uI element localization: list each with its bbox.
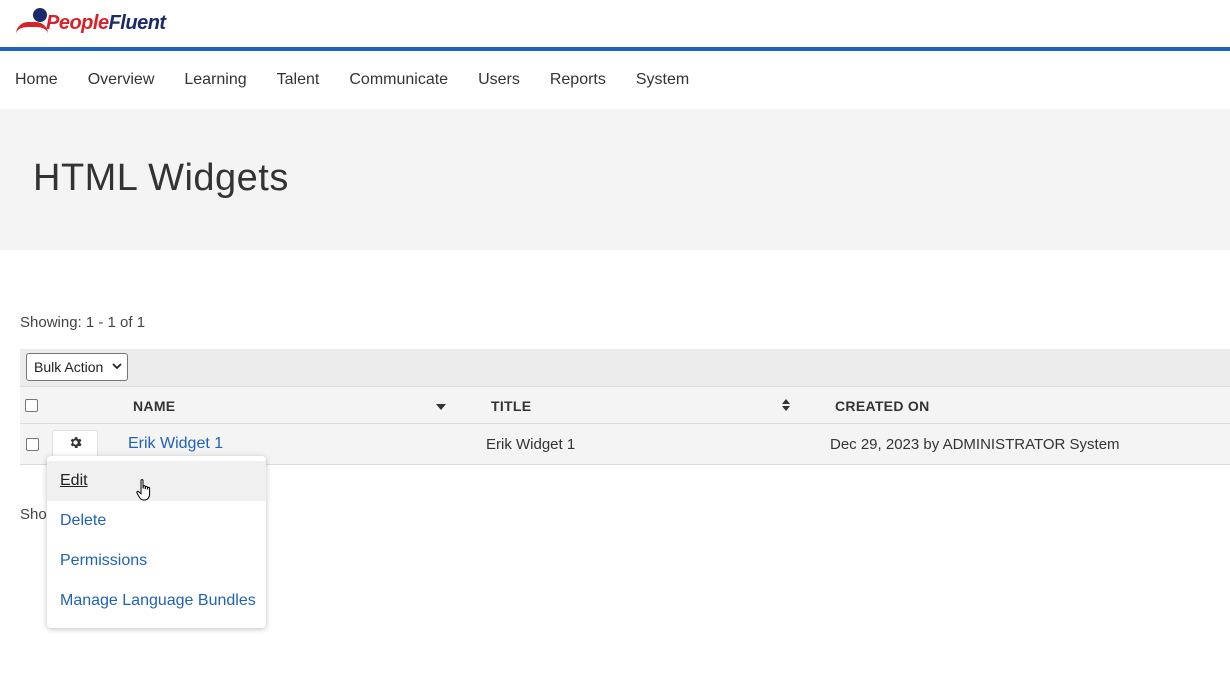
nav-item-communicate[interactable]: Communicate bbox=[349, 71, 448, 89]
pager-status-top: Showing: 1 - 1 of 1 bbox=[20, 314, 146, 331]
column-header-name[interactable]: NAME bbox=[133, 398, 175, 414]
menu-item-edit[interactable]: Edit bbox=[47, 461, 266, 501]
logo-text-fluent: Fluent bbox=[108, 11, 167, 34]
peoplefluent-logo[interactable]: PeopleFluent bbox=[16, 6, 166, 38]
nav-item-reports[interactable]: Reports bbox=[550, 71, 606, 89]
row-checkbox[interactable] bbox=[26, 438, 39, 451]
pager-status-bottom: Sho bbox=[20, 506, 47, 523]
main-nav: Home Overview Learning Talent Communicat… bbox=[0, 51, 1230, 109]
nav-item-overview[interactable]: Overview bbox=[88, 71, 155, 89]
nav-item-talent[interactable]: Talent bbox=[277, 71, 320, 89]
select-all-checkbox[interactable] bbox=[25, 399, 38, 412]
menu-item-manage-language-bundles[interactable]: Manage Language Bundles bbox=[47, 581, 266, 621]
widget-name-link[interactable]: Erik Widget 1 bbox=[128, 435, 223, 453]
top-bar: PeopleFluent bbox=[0, 0, 1230, 48]
chevron-down-icon bbox=[112, 361, 122, 374]
nav-item-learning[interactable]: Learning bbox=[184, 71, 246, 89]
gear-icon bbox=[68, 435, 83, 455]
nav-item-users[interactable]: Users bbox=[478, 71, 520, 89]
logo-mark-icon bbox=[16, 7, 48, 37]
bulk-action-select[interactable]: Bulk Action bbox=[26, 353, 128, 381]
caret-down-icon[interactable] bbox=[436, 400, 446, 414]
menu-item-permissions[interactable]: Permissions bbox=[47, 541, 266, 581]
logo-text: PeopleFluent bbox=[46, 12, 166, 35]
table-header-row: NAME TITLE CREATED ON bbox=[20, 386, 1230, 424]
bulk-action-bar: Bulk Action bbox=[20, 349, 1230, 386]
bulk-action-label: Bulk Action bbox=[34, 359, 104, 375]
nav-item-system[interactable]: System bbox=[636, 71, 689, 89]
widget-title-cell: Erik Widget 1 bbox=[486, 436, 576, 453]
widget-created-cell: Dec 29, 2023 by ADMINISTRATOR System bbox=[830, 436, 1120, 453]
widgets-table: Bulk Action NAME TITLE CREATED ON Erik W… bbox=[20, 349, 1230, 465]
logo-text-people: People bbox=[46, 11, 109, 34]
sort-icon[interactable] bbox=[781, 398, 791, 415]
column-header-title[interactable]: TITLE bbox=[491, 398, 531, 414]
nav-item-home[interactable]: Home bbox=[15, 71, 58, 89]
page-header: HTML Widgets bbox=[0, 109, 1230, 250]
column-header-created-on[interactable]: CREATED ON bbox=[835, 398, 930, 414]
menu-item-delete[interactable]: Delete bbox=[47, 501, 266, 541]
row-actions-menu: Edit Delete Permissions Manage Language … bbox=[47, 456, 266, 628]
page-title: HTML Widgets bbox=[33, 157, 289, 199]
hand-pointer-icon bbox=[136, 478, 154, 502]
